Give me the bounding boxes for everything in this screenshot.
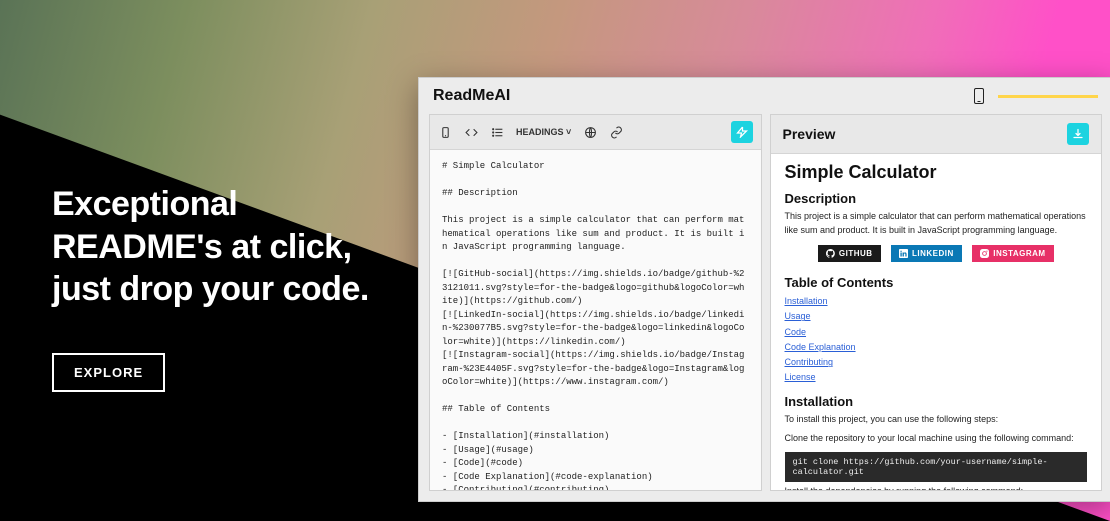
preview-h-installation: Installation: [785, 394, 1088, 409]
instagram-badge[interactable]: INSTAGRAM: [972, 245, 1053, 262]
github-icon: [826, 249, 835, 258]
toc-link[interactable]: Code Explanation: [785, 340, 1088, 355]
preview-title: Simple Calculator: [785, 162, 1088, 183]
github-badge-label: GITHUB: [839, 249, 873, 258]
app-header: ReadMeAI: [419, 78, 1110, 114]
app-window: ReadMeAI HEADINGS ˅: [418, 77, 1110, 502]
headings-dropdown[interactable]: HEADINGS ˅: [516, 127, 571, 137]
preview-header: Preview: [771, 115, 1102, 154]
instagram-icon: [980, 249, 989, 258]
linkedin-badge[interactable]: LINKEDIN: [891, 245, 962, 262]
link-icon[interactable]: [609, 125, 623, 139]
generate-button[interactable]: [731, 121, 753, 143]
globe-icon[interactable]: [583, 125, 597, 139]
toc-link[interactable]: Usage: [785, 309, 1088, 324]
preview-description: This project is a simple calculator that…: [785, 210, 1088, 237]
github-badge[interactable]: GITHUB: [818, 245, 881, 262]
markdown-editor[interactable]: # Simple Calculator ## Description This …: [430, 150, 761, 490]
code-icon[interactable]: [464, 125, 478, 139]
toc-link[interactable]: Code: [785, 325, 1088, 340]
install-step-1: Clone the repository to your local machi…: [785, 432, 1088, 446]
install-step-2: Install the dependencies by running the …: [785, 485, 1088, 490]
instagram-badge-label: INSTAGRAM: [993, 249, 1045, 258]
preview-body: Simple Calculator Description This proje…: [771, 154, 1102, 490]
install-command: git clone https://github.com/your-userna…: [785, 452, 1088, 482]
explore-button[interactable]: EXPLORE: [52, 353, 165, 392]
download-button[interactable]: [1067, 123, 1089, 145]
linkedin-icon: [899, 249, 908, 258]
toc-link[interactable]: License: [785, 370, 1088, 385]
editor-toolbar: HEADINGS ˅: [430, 115, 761, 150]
hero-section: Exceptional README's at click, just drop…: [52, 183, 412, 392]
list-icon[interactable]: [490, 125, 504, 139]
preview-h-toc: Table of Contents: [785, 275, 1088, 290]
social-badges: GITHUB LINKEDIN INSTAGRAM: [785, 245, 1088, 263]
accent-bar: [998, 95, 1098, 98]
panes-container: HEADINGS ˅ # Simple Calculator ## Descri…: [419, 114, 1110, 501]
linkedin-badge-label: LINKEDIN: [912, 249, 954, 258]
device-icon[interactable]: [438, 125, 452, 139]
preview-h-description: Description: [785, 191, 1088, 206]
editor-pane: HEADINGS ˅ # Simple Calculator ## Descri…: [429, 114, 762, 491]
install-step-intro: To install this project, you can use the…: [785, 413, 1088, 427]
preview-pane: Preview Simple Calculator Description Th…: [770, 114, 1103, 491]
toc-link[interactable]: Installation: [785, 294, 1088, 309]
toc-list: Installation Usage Code Code Explanation…: [785, 294, 1088, 386]
hero-headline: Exceptional README's at click, just drop…: [52, 183, 412, 311]
app-title: ReadMeAI: [433, 87, 510, 105]
preview-header-title: Preview: [783, 126, 836, 142]
mobile-preview-icon[interactable]: [974, 88, 984, 104]
toc-link[interactable]: Contributing: [785, 355, 1088, 370]
